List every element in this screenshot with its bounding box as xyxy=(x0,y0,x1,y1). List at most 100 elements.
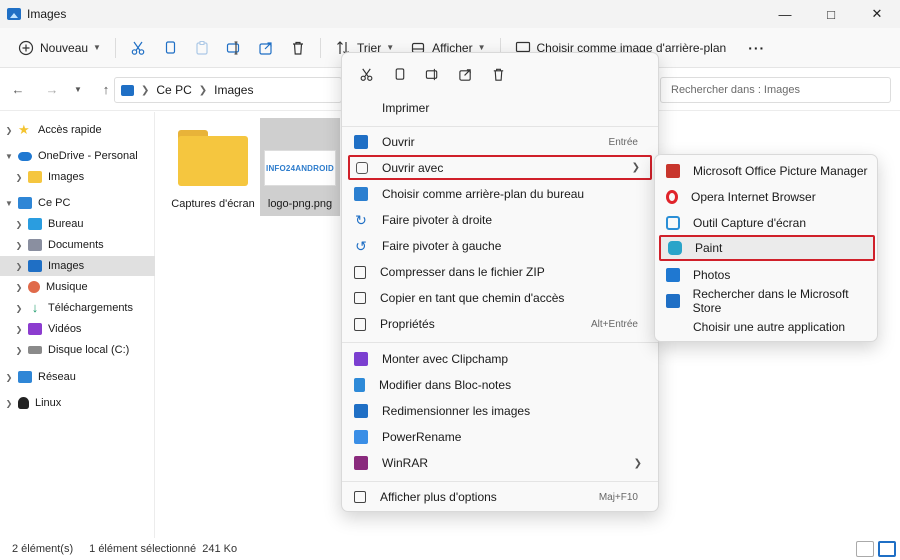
image-thumbnail: INFO24ANDROID xyxy=(264,150,336,186)
share-button[interactable] xyxy=(250,33,282,63)
menu-divider xyxy=(342,126,658,127)
sidebar-item-label: Réseau xyxy=(38,371,76,383)
sidebar-item-local-disk[interactable]: ❯ Disque local (C:) xyxy=(0,340,155,360)
chevron-down-icon: ▼ xyxy=(386,43,395,52)
maximize-button[interactable]: □ xyxy=(808,0,854,28)
sidebar-item-documents[interactable]: ❯ Documents xyxy=(0,235,155,255)
menu-item-winrar[interactable]: WinRAR ❯ xyxy=(348,451,652,475)
share-icon xyxy=(459,68,471,81)
computer-icon xyxy=(18,197,32,209)
breadcrumb-images[interactable]: Images xyxy=(214,83,253,97)
context-menu: Imprimer Ouvrir Entrée Ouvrir avec ❯ Cho… xyxy=(341,52,659,512)
sidebar-item-onedrive-images[interactable]: ❯ Images xyxy=(0,167,155,187)
close-button[interactable]: ✕ xyxy=(854,0,900,28)
copy-icon xyxy=(165,40,176,54)
menu-item-set-desktop-background[interactable]: Choisir comme arrière-plan du bureau xyxy=(348,182,652,206)
linux-icon xyxy=(18,397,29,409)
new-button[interactable]: Nouveau ▼ xyxy=(10,33,109,63)
back-button[interactable]: ← xyxy=(5,77,31,103)
menu-item-clipchamp[interactable]: Monter avec Clipchamp xyxy=(348,347,652,371)
context-copy-button[interactable] xyxy=(383,61,416,87)
chevron-right-icon: ❯ xyxy=(15,219,23,229)
cut-button[interactable] xyxy=(122,33,154,63)
sidebar-item-label: Musique xyxy=(46,281,88,293)
rename-button[interactable] xyxy=(218,33,250,63)
app-item-microsoft-store[interactable]: Rechercher dans le Microsoft Store xyxy=(659,287,875,315)
sidebar-item-label: Documents xyxy=(48,239,104,251)
winrar-icon xyxy=(354,456,368,470)
download-icon: ↓ xyxy=(31,300,39,315)
desktop-icon xyxy=(28,218,42,230)
sidebar-item-linux[interactable]: ❯ Linux xyxy=(0,393,155,413)
sidebar-item-downloads[interactable]: ❯ ↓ Téléchargements xyxy=(0,298,155,318)
file-item-image[interactable]: INFO24ANDROID logo-png.png xyxy=(260,118,340,216)
recent-locations-button[interactable]: ▼ xyxy=(65,77,91,103)
menu-item-label: PowerRename xyxy=(382,430,462,444)
more-button[interactable]: ··· xyxy=(734,33,773,63)
delete-button[interactable] xyxy=(282,33,314,63)
app-item-label: Rechercher dans le Microsoft Store xyxy=(692,287,849,315)
sidebar-item-network[interactable]: ❯ Réseau xyxy=(0,367,155,387)
copy-path-icon xyxy=(354,292,366,304)
menu-item-print[interactable]: Imprimer xyxy=(348,96,652,120)
wallpaper-icon xyxy=(354,187,368,201)
context-rename-button[interactable] xyxy=(416,61,449,87)
rotate-left-icon: ↺ xyxy=(355,238,367,254)
address-bar[interactable]: ❯ Ce PC ❯ Images xyxy=(114,77,342,103)
app-item-paint[interactable]: Paint xyxy=(659,235,875,261)
menu-item-rotate-right[interactable]: ↻ Faire pivoter à droite xyxy=(348,208,652,232)
sidebar-item-pictures[interactable]: ❯ Images xyxy=(0,256,155,276)
menu-item-copy-as-path[interactable]: Copier en tant que chemin d'accès xyxy=(348,286,652,310)
menu-item-open-with[interactable]: Ouvrir avec ❯ xyxy=(348,155,652,180)
app-item-photos[interactable]: Photos xyxy=(659,263,875,287)
menu-item-show-more-options[interactable]: Afficher plus d'options Maj+F10 xyxy=(348,485,652,509)
plus-circle-icon xyxy=(18,40,34,55)
sidebar-item-this-pc[interactable]: ▼ Ce PC xyxy=(0,193,155,213)
notepad-icon xyxy=(354,378,365,392)
menu-item-rotate-left[interactable]: ↺ Faire pivoter à gauche xyxy=(348,234,652,258)
star-icon: ★ xyxy=(18,122,30,137)
paste-icon xyxy=(196,40,208,55)
minimize-button[interactable]: — xyxy=(762,0,808,28)
copy-button[interactable] xyxy=(154,33,186,63)
app-item-choose-another[interactable]: Choisir une autre application xyxy=(659,315,875,339)
forward-button[interactable]: → xyxy=(39,77,65,103)
file-item-folder[interactable]: Captures d'écran xyxy=(171,118,255,216)
trash-icon xyxy=(493,68,504,81)
menu-item-resize-images[interactable]: Redimensionner les images xyxy=(348,399,652,423)
divider xyxy=(319,37,321,58)
chevron-right-icon: ❯ xyxy=(5,372,13,382)
breadcrumb-ce-pc[interactable]: Ce PC xyxy=(156,83,191,97)
app-item-opera[interactable]: Opera Internet Browser xyxy=(659,185,875,209)
sidebar-item-videos[interactable]: ❯ Vidéos xyxy=(0,319,155,339)
sidebar-item-label: OneDrive - Personal xyxy=(38,150,138,162)
menu-item-powerrename[interactable]: PowerRename xyxy=(348,425,652,449)
status-selection: 1 élément sélectionné 241 Ko xyxy=(89,543,238,555)
menu-item-compress-zip[interactable]: Compresser dans le fichier ZIP xyxy=(348,260,652,284)
sidebar-item-onedrive[interactable]: ▼ OneDrive - Personal xyxy=(0,146,155,166)
sidebar-item-label: Images xyxy=(48,260,85,272)
app-item-snipping-tool[interactable]: Outil Capture d'écran xyxy=(659,211,875,235)
menu-item-notepad[interactable]: Modifier dans Bloc-notes xyxy=(348,373,652,397)
chevron-down-icon: ▼ xyxy=(477,43,486,52)
search-input[interactable]: Rechercher dans : Images xyxy=(660,77,891,103)
rotate-right-icon: ↻ xyxy=(355,212,367,228)
context-share-button[interactable] xyxy=(449,61,482,87)
sidebar-item-label: Bureau xyxy=(48,218,84,230)
details-view-icon[interactable] xyxy=(856,541,874,557)
sidebar-item-desktop[interactable]: ❯ Bureau xyxy=(0,214,155,234)
menu-item-label: Faire pivoter à droite xyxy=(382,213,493,227)
context-delete-button[interactable] xyxy=(482,61,515,87)
context-cut-button[interactable] xyxy=(350,61,383,87)
menu-item-open[interactable]: Ouvrir Entrée xyxy=(348,130,652,154)
paste-button[interactable] xyxy=(186,33,218,63)
trash-icon xyxy=(292,41,303,55)
tiles-view-icon[interactable] xyxy=(878,541,896,557)
app-item-picture-manager[interactable]: Microsoft Office Picture Manager xyxy=(659,159,875,183)
new-label: Nouveau xyxy=(40,40,89,55)
sidebar-item-music[interactable]: ❯ Musique xyxy=(0,277,155,297)
window-controls: — □ ✕ xyxy=(762,0,900,28)
menu-item-properties[interactable]: Propriétés Alt+Entrée xyxy=(348,312,652,336)
video-icon xyxy=(28,323,42,335)
sidebar-item-quick-access[interactable]: ❯ ★ Accès rapide xyxy=(0,120,155,140)
